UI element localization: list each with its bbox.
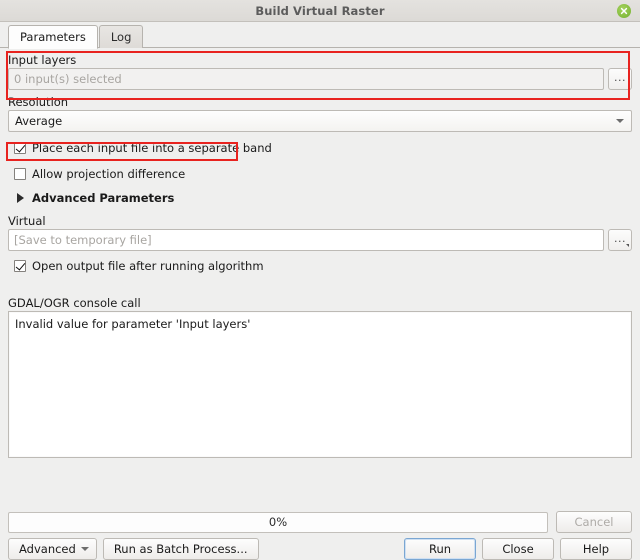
tab-log[interactable]: Log <box>98 25 144 48</box>
input-layers-input[interactable] <box>8 68 604 90</box>
input-layers-row: ... <box>8 68 632 90</box>
close-button[interactable]: Close <box>482 537 554 560</box>
tab-parameters[interactable]: Parameters <box>8 25 98 49</box>
input-layers-browse-label: ... <box>614 70 626 84</box>
tab-parameters-label: Parameters <box>20 30 86 44</box>
advanced-parameters-label: Advanced Parameters <box>32 191 175 205</box>
progress-bar: 0% <box>8 511 548 533</box>
separate-band-checkbox[interactable] <box>14 142 26 154</box>
action-buttons-row: Advanced Run as Batch Process... Run Clo… <box>8 537 632 560</box>
open-output-checkbox-row[interactable]: Open output file after running algorithm <box>8 257 632 275</box>
console-call-label: GDAL/OGR console call <box>8 296 141 310</box>
projection-difference-checkbox[interactable] <box>14 168 26 180</box>
help-button[interactable]: Help <box>560 537 632 560</box>
title-bar: Build Virtual Raster <box>0 0 640 22</box>
footer-bar: 0% Cancel Advanced Run as Batch Process.… <box>0 511 640 560</box>
projection-difference-label: Allow projection difference <box>32 167 186 181</box>
virtual-browse-button[interactable]: ... <box>608 229 632 251</box>
resolution-selected-value: Average <box>15 114 63 128</box>
run-button[interactable]: Run <box>404 537 476 560</box>
virtual-browse-label: ... <box>614 231 626 245</box>
tab-log-label: Log <box>110 30 132 44</box>
window-title: Build Virtual Raster <box>255 3 385 18</box>
input-layers-label: Input layers <box>8 53 77 67</box>
tab-bar: Parameters Log <box>0 22 640 49</box>
chevron-down-icon <box>616 119 624 123</box>
run-as-batch-label: Run as Batch Process... <box>113 541 248 556</box>
progress-row: 0% Cancel <box>8 511 632 533</box>
virtual-label: Virtual <box>8 214 46 228</box>
progress-text: 0% <box>268 515 288 529</box>
virtual-output-input[interactable] <box>8 229 604 251</box>
chevron-down-icon <box>80 546 89 551</box>
close-icon[interactable] <box>617 4 631 18</box>
dropdown-corner-icon <box>626 244 629 247</box>
triangle-right-icon <box>17 193 24 203</box>
advanced-menu-label: Advanced <box>19 541 76 556</box>
cancel-button-label: Cancel <box>574 515 614 529</box>
close-button-label: Close <box>502 541 534 556</box>
virtual-row: ... <box>8 229 632 251</box>
input-layers-browse-button[interactable]: ... <box>608 68 632 90</box>
console-call-textarea[interactable]: Invalid value for parameter 'Input layer… <box>8 311 632 458</box>
separate-band-checkbox-row[interactable]: Place each input file into a separate ba… <box>8 139 632 157</box>
projection-difference-checkbox-row[interactable]: Allow projection difference <box>8 165 632 183</box>
open-output-label: Open output file after running algorithm <box>32 259 264 273</box>
advanced-parameters-toggle[interactable]: Advanced Parameters <box>8 188 632 208</box>
run-button-label: Run <box>428 541 452 556</box>
separate-band-label: Place each input file into a separate ba… <box>32 141 272 155</box>
console-call-text: Invalid value for parameter 'Input layer… <box>15 317 251 331</box>
help-button-label: Help <box>582 541 610 556</box>
resolution-label: Resolution <box>8 95 69 109</box>
parameters-panel: Input layers ... Resolution Average Plac… <box>0 48 640 511</box>
resolution-select[interactable]: Average <box>8 110 632 132</box>
advanced-menu-button[interactable]: Advanced <box>8 537 97 560</box>
open-output-checkbox[interactable] <box>14 260 26 272</box>
run-as-batch-button[interactable]: Run as Batch Process... <box>102 537 259 560</box>
close-glyph <box>620 7 628 15</box>
cancel-button: Cancel <box>556 511 632 533</box>
